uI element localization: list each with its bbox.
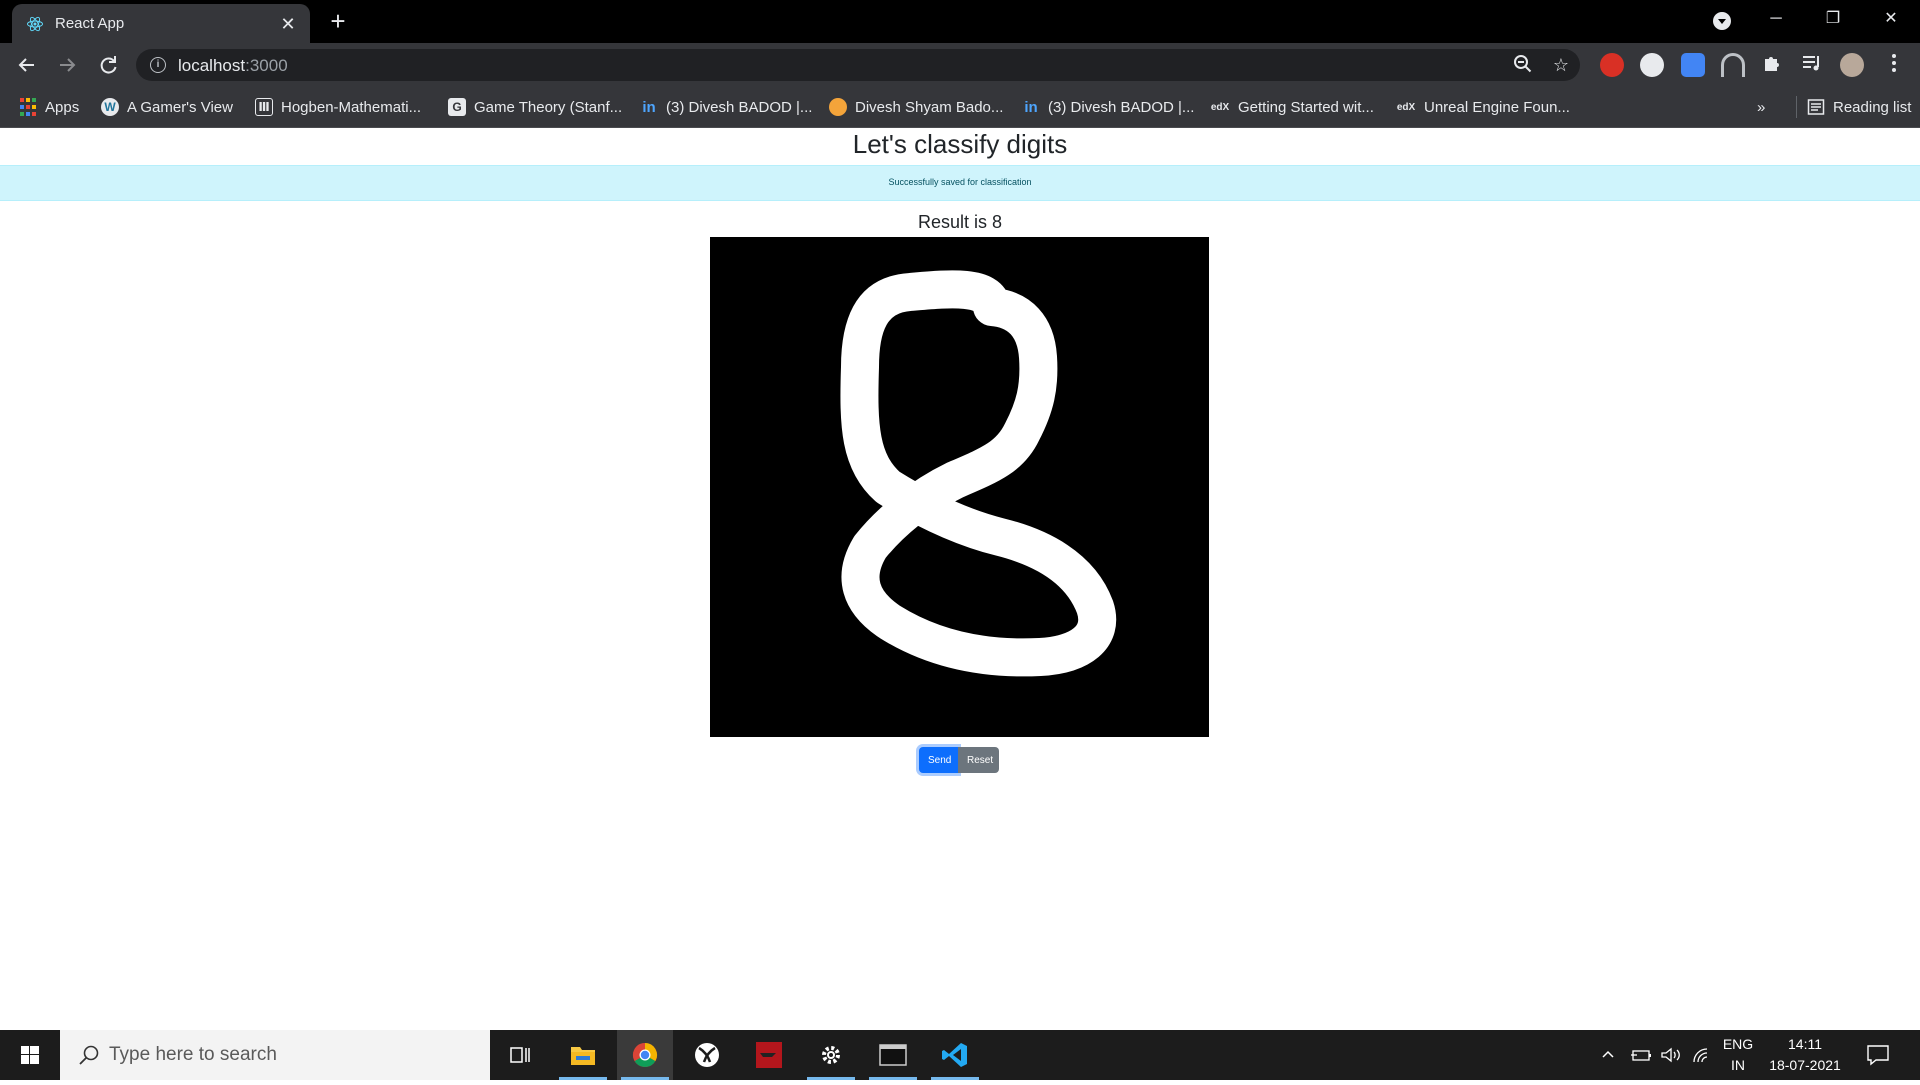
bookmark-item[interactable]: G Game Theory (Stanf... — [448, 96, 622, 118]
close-window-button[interactable]: ✕ — [1868, 6, 1914, 36]
windows-logo-icon — [21, 1046, 39, 1064]
send-button[interactable]: Send — [919, 747, 958, 773]
notifications-icon[interactable] — [1866, 1030, 1890, 1080]
edx-icon: edX — [1210, 101, 1230, 113]
battery-icon[interactable] — [1630, 1030, 1652, 1080]
page-title: Let's classify digits — [852, 129, 1068, 159]
game-theory-icon: G — [448, 98, 466, 116]
new-tab-button[interactable]: + — [326, 8, 350, 34]
task-view-icon[interactable] — [492, 1030, 548, 1080]
browser-tab-strip: React App ✕ + ─ ❐ ✕ — [0, 0, 1920, 43]
bookmark-star-icon[interactable]: ☆ — [1550, 54, 1572, 76]
linkedin-icon: in — [642, 98, 656, 116]
chrome-menu-icon[interactable] — [1880, 51, 1908, 79]
extension-arc-icon[interactable] — [1721, 53, 1745, 77]
alert-message: Successfully saved for classification — [888, 177, 1032, 187]
xbox-icon[interactable] — [679, 1030, 735, 1080]
show-hidden-icons-chevron-icon[interactable] — [1600, 1030, 1616, 1080]
browser-tab[interactable]: React App ✕ — [12, 4, 310, 43]
extension-red-icon[interactable] — [1600, 53, 1624, 77]
clock[interactable]: 14:11 18-07-2021 — [1750, 1034, 1860, 1076]
bookmark-item[interactable]: in (3) Divesh BADOD |... — [640, 96, 812, 118]
apps-grid-icon — [19, 98, 37, 116]
wifi-icon[interactable] — [1692, 1030, 1712, 1080]
extension-blue-icon[interactable] — [1681, 53, 1705, 77]
library-icon: Ⅲ — [255, 98, 273, 116]
bookmark-item[interactable]: W A Gamer's View — [101, 96, 233, 118]
tab-title: React App — [55, 15, 125, 32]
address-bar[interactable]: i localhost:3000 ☆ — [136, 49, 1580, 81]
avatar[interactable] — [1840, 53, 1864, 77]
extensions-puzzle-icon[interactable] — [1758, 51, 1786, 79]
bookmark-item[interactable]: edX Unreal Engine Foun... — [1396, 96, 1570, 118]
extension-gauge-icon[interactable] — [1640, 53, 1664, 77]
reading-list-icon — [1807, 99, 1825, 115]
drawing-canvas[interactable] — [710, 237, 1209, 737]
bookmarks-bar: Apps W A Gamer's View Ⅲ Hogben-Mathemati… — [0, 87, 1920, 128]
reset-button[interactable]: Reset — [958, 747, 999, 773]
windows-taskbar: Type here to search ENG IN 14:11 18-07-2… — [0, 1030, 1920, 1080]
handwritten-stroke — [840, 270, 1117, 677]
wordpress-icon: W — [101, 98, 119, 116]
zoom-icon[interactable] — [1512, 54, 1534, 76]
browser-toolbar: i localhost:3000 ☆ — [0, 43, 1920, 87]
settings-gear-icon[interactable] — [803, 1030, 859, 1080]
game-app-icon[interactable] — [741, 1030, 797, 1080]
file-explorer-icon[interactable] — [555, 1030, 611, 1080]
back-icon[interactable] — [13, 51, 41, 79]
bookmarks-overflow-button[interactable]: » — [1757, 96, 1765, 118]
reading-list-button[interactable]: Reading list — [1796, 96, 1911, 118]
react-logo-icon — [27, 16, 43, 32]
bookmark-item[interactable]: Ⅲ Hogben-Mathemati... — [255, 96, 421, 118]
linkedin-icon: in — [1024, 98, 1038, 116]
media-queue-icon[interactable] — [1798, 51, 1826, 79]
tab-close-icon[interactable]: ✕ — [278, 14, 298, 34]
bookmark-item[interactable]: edX Getting Started wit... — [1210, 96, 1374, 118]
forward-icon[interactable] — [53, 51, 81, 79]
bookmark-apps[interactable]: Apps — [19, 96, 79, 118]
bookmark-item[interactable]: Divesh Shyam Bado... — [829, 96, 1003, 118]
search-placeholder: Type here to search — [109, 1044, 277, 1065]
page-content: Let's classify digits Successfully saved… — [0, 128, 1920, 1030]
chrome-taskbar-icon[interactable] — [617, 1030, 673, 1080]
reload-icon[interactable] — [94, 51, 122, 79]
url-text[interactable]: localhost:3000 — [178, 56, 288, 76]
start-button[interactable] — [0, 1030, 60, 1080]
restore-button[interactable]: ❐ — [1810, 6, 1856, 36]
profile-orange-icon — [829, 98, 847, 116]
action-button-group: Send Reset — [919, 747, 999, 773]
minimize-button[interactable]: ─ — [1753, 6, 1799, 36]
terminal-icon[interactable] — [865, 1030, 921, 1080]
vscode-icon[interactable] — [927, 1030, 983, 1080]
search-icon — [79, 1045, 99, 1065]
tab-search-icon[interactable] — [1713, 12, 1731, 30]
volume-icon[interactable] — [1660, 1030, 1682, 1080]
edx-icon: edX — [1396, 101, 1416, 113]
result-text: Result is 8 — [917, 212, 1003, 232]
bookmark-item[interactable]: in (3) Divesh BADOD |... — [1022, 96, 1194, 118]
success-alert: Successfully saved for classification — [0, 165, 1920, 201]
taskbar-search-box[interactable]: Type here to search — [60, 1030, 490, 1080]
site-info-icon[interactable]: i — [150, 57, 166, 73]
